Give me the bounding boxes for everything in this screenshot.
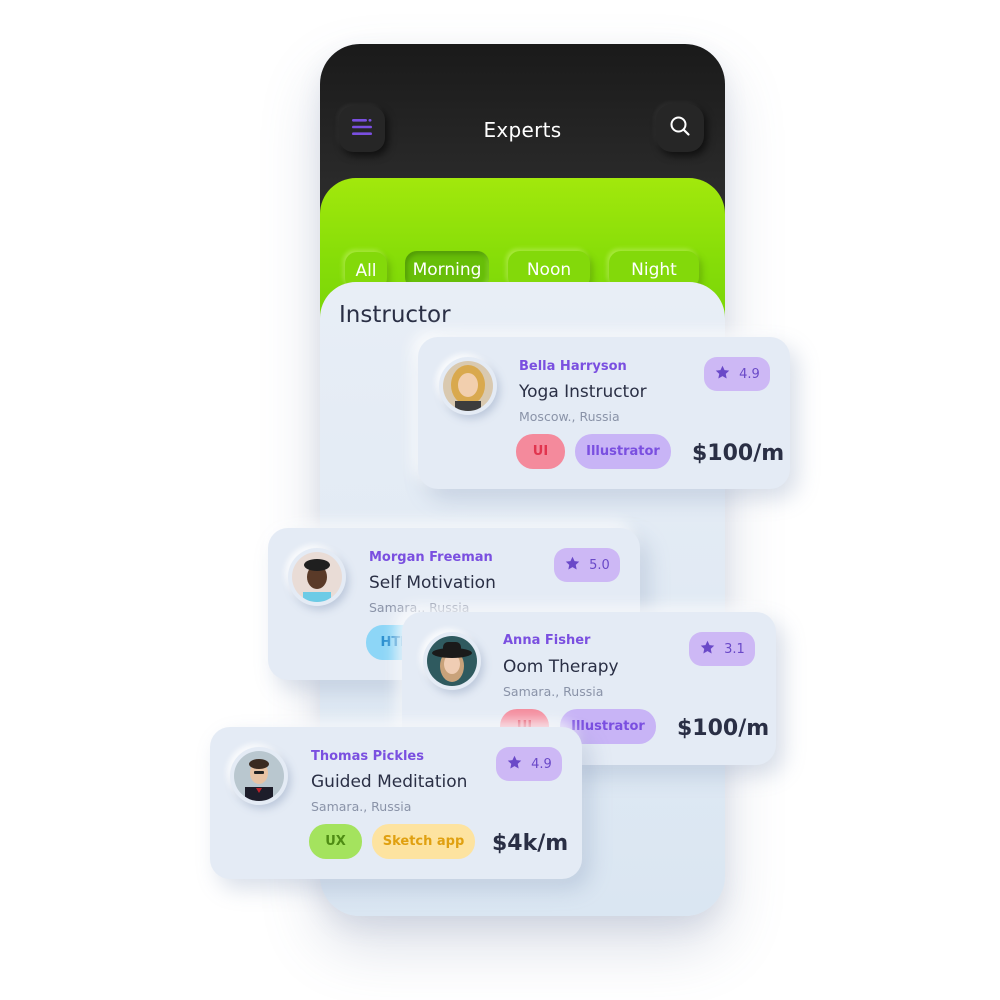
avatar-photo bbox=[234, 751, 284, 801]
expert-role: Guided Meditation bbox=[311, 772, 468, 792]
search-icon bbox=[669, 115, 691, 141]
star-icon bbox=[699, 639, 716, 660]
avatar bbox=[439, 357, 497, 415]
expert-role: Yoga Instructor bbox=[519, 382, 647, 402]
expert-name: Anna Fisher bbox=[503, 633, 591, 648]
expert-name: Morgan Freeman bbox=[369, 550, 493, 565]
expert-card-thomas-pickles[interactable]: Thomas Pickles Guided Meditation Samara.… bbox=[210, 727, 582, 879]
search-button[interactable] bbox=[656, 104, 704, 152]
avatar bbox=[288, 548, 346, 606]
avatar-photo bbox=[427, 636, 477, 686]
skill-tag-illustrator[interactable]: Illustrator bbox=[575, 434, 671, 469]
avatar-photo bbox=[292, 552, 342, 602]
expert-card-bella-harryson[interactable]: Bella Harryson Yoga Instructor Moscow., … bbox=[418, 337, 790, 489]
avatar-photo bbox=[443, 361, 493, 411]
star-icon bbox=[714, 364, 731, 385]
expert-location: Samara., Russia bbox=[311, 799, 412, 814]
rating-value: 5.0 bbox=[589, 557, 610, 573]
price: $4k/m bbox=[492, 831, 569, 856]
price: $100/m bbox=[692, 441, 785, 466]
expert-location: Moscow., Russia bbox=[519, 409, 620, 424]
rating-badge: 3.1 bbox=[689, 632, 755, 666]
avatar bbox=[230, 747, 288, 805]
star-icon bbox=[506, 754, 523, 775]
expert-role: Oom Therapy bbox=[503, 657, 619, 677]
rating-badge: 4.9 bbox=[704, 357, 770, 391]
expert-location: Samara., Russia bbox=[503, 684, 604, 699]
skill-tag-sketch-app[interactable]: Sketch app bbox=[372, 824, 475, 859]
expert-name: Thomas Pickles bbox=[311, 749, 424, 764]
rating-value: 4.9 bbox=[739, 366, 760, 382]
expert-role: Self Motivation bbox=[369, 573, 496, 593]
skill-tag-ui[interactable]: UI bbox=[516, 434, 565, 469]
expert-name: Bella Harryson bbox=[519, 359, 627, 374]
rating-value: 3.1 bbox=[724, 641, 745, 657]
avatar bbox=[423, 632, 481, 690]
rating-badge: 4.9 bbox=[496, 747, 562, 781]
star-icon bbox=[564, 555, 581, 576]
skill-tag-ux[interactable]: UX bbox=[309, 824, 362, 859]
rating-value: 4.9 bbox=[531, 756, 552, 772]
rating-badge: 5.0 bbox=[554, 548, 620, 582]
section-title: Instructor bbox=[339, 302, 451, 328]
price: $100/m bbox=[677, 716, 770, 741]
